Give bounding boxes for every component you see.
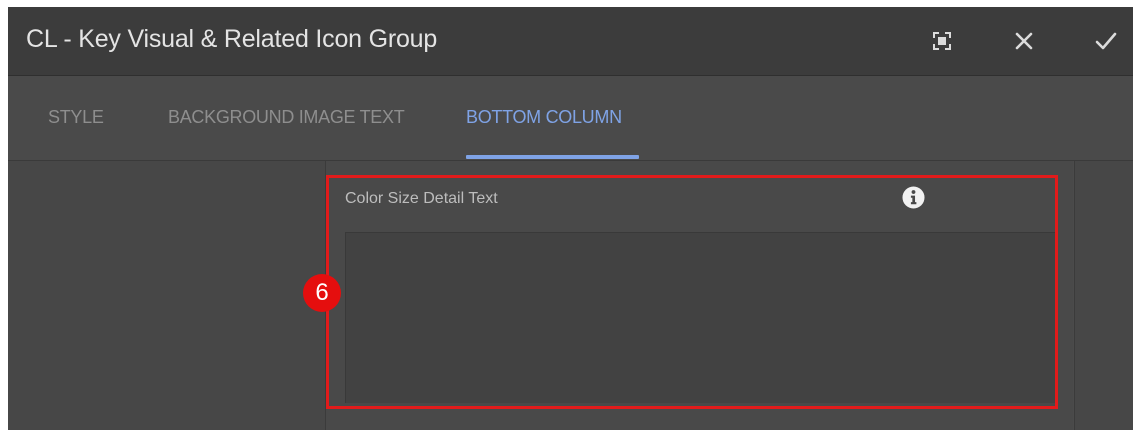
confirm-button[interactable] — [1086, 21, 1126, 61]
fullscreen-icon — [933, 32, 951, 50]
color-size-detail-text-field[interactable] — [345, 232, 1055, 403]
tab-bottom-column[interactable]: BOTTOM COLUMN — [466, 107, 622, 128]
active-tab-indicator — [466, 155, 639, 159]
tab-style[interactable]: STYLE — [48, 107, 104, 128]
right-column — [1074, 161, 1133, 430]
annotation-number-marker: 6 — [303, 274, 341, 312]
tab-background-image-text[interactable]: BACKGROUND IMAGE TEXT — [168, 107, 405, 128]
fullscreen-button[interactable] — [922, 21, 962, 61]
color-size-detail-text-label: Color Size Detail Text — [345, 190, 498, 207]
close-icon — [1015, 32, 1033, 50]
dialog-title: CL - Key Visual & Related Icon Group — [26, 25, 438, 53]
tab-bar: STYLE BACKGROUND IMAGE TEXT BOTTOM COLUM… — [8, 76, 1133, 161]
dialog: CL - Key Visual & Related Icon Group STY… — [8, 7, 1133, 430]
left-column — [8, 161, 326, 430]
info-icon[interactable] — [902, 186, 925, 209]
close-button[interactable] — [1004, 21, 1044, 61]
check-icon — [1095, 32, 1117, 50]
dialog-header: CL - Key Visual & Related Icon Group — [8, 7, 1133, 76]
